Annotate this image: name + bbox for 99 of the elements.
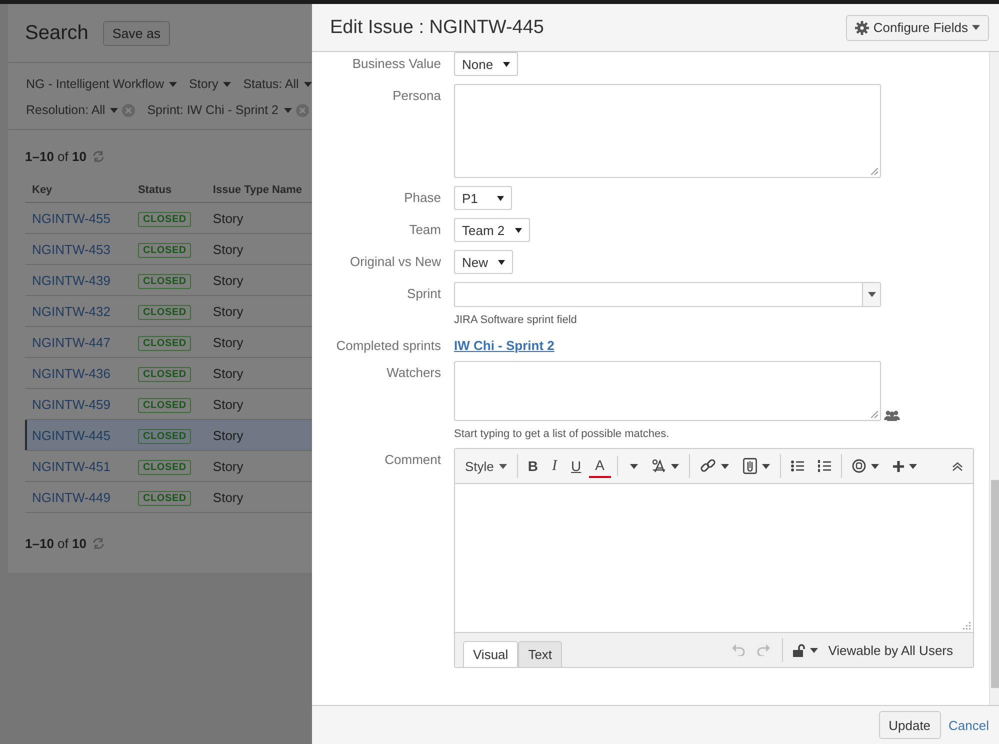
unlocked-padlock-icon (793, 644, 806, 656)
select-field[interactable]: P1 (454, 186, 512, 210)
scrollbar-thumb[interactable] (991, 480, 999, 688)
field-label: Original vs New (348, 253, 441, 271)
status-lozenge: CLOSED (138, 304, 192, 320)
caret-icon (670, 464, 678, 468)
caret-icon (868, 292, 876, 297)
column-header: Status (130, 184, 206, 202)
caret-icon (284, 108, 292, 112)
caret-icon (304, 82, 312, 86)
issue-key-link[interactable]: NGINTW-445 (25, 420, 131, 450)
field-label: Completed sprints (335, 337, 441, 353)
select-field[interactable]: None (454, 52, 518, 76)
status-lozenge: CLOSED (138, 460, 192, 474)
people-icon (884, 410, 900, 421)
double-chevron-up-icon (952, 462, 963, 470)
field-label: Sprint (406, 285, 441, 303)
issue-key-link[interactable]: NGINTW-436 (25, 358, 131, 388)
issue-key-link[interactable]: NGINTW-447 (25, 326, 131, 358)
emoticon-icon (852, 459, 866, 473)
issue-key-link[interactable]: NGINTW-449 (25, 482, 131, 512)
status-lozenge: CLOSED (138, 366, 192, 382)
field-label: Persona (392, 87, 441, 105)
field-label: Watchers (386, 364, 441, 382)
dropdown-button[interactable] (862, 283, 880, 306)
column-header: Key (25, 184, 131, 202)
status-lozenge: CLOSED (138, 274, 192, 288)
text-format-icon (652, 459, 666, 473)
filter-dropdown[interactable]: Resolution: All (26, 103, 118, 117)
table-cell: Story (206, 420, 312, 450)
caret-icon (908, 464, 916, 468)
filter-dropdown[interactable]: NG - Intelligent Workflow (26, 77, 178, 91)
resize-grip-icon (871, 411, 878, 418)
help-text: Start typing to get a list of possible matches. (454, 428, 670, 440)
caret-icon (498, 260, 506, 264)
paperclip-icon (742, 458, 756, 474)
caret-icon (762, 464, 770, 468)
bullet-list-icon (790, 460, 804, 472)
italic-button[interactable]: I (546, 454, 564, 478)
sprint-link[interactable]: IW Chi - Sprint 2 (454, 334, 554, 353)
refresh-icon (92, 150, 106, 162)
plus-icon (892, 460, 904, 472)
select-field[interactable]: Team 2 (454, 218, 530, 242)
numbered-list-icon (818, 460, 830, 472)
issue-key-link[interactable]: NGINTW-439 (25, 264, 131, 296)
status-lozenge: CLOSED (138, 398, 192, 412)
configure-fields-button[interactable]: Configure Fields (846, 14, 989, 40)
caret-icon (110, 108, 118, 112)
filter-dropdown[interactable]: Status: All (243, 77, 312, 91)
save-as-button[interactable]: Save as (103, 20, 170, 46)
caret-icon (514, 228, 522, 232)
scrollbar[interactable] (989, 52, 999, 705)
bold-button[interactable]: B (522, 454, 544, 478)
editor-mode-tab[interactable]: Text (518, 641, 562, 667)
issue-key-link[interactable]: NGINTW-432 (25, 296, 131, 326)
issue-key-link[interactable]: NGINTW-453 (25, 234, 131, 264)
text-color-button[interactable]: A (589, 454, 610, 478)
filter-dropdown[interactable]: Sprint: IW Chi - Sprint 2 (147, 103, 292, 117)
dialog-title: Edit Issue : NGINTW-445 (330, 16, 544, 38)
editor-mode-tab[interactable]: Visual (463, 641, 518, 667)
select-field[interactable]: New (454, 250, 514, 274)
caret-icon (498, 464, 507, 468)
pagination-count: 1–10 of 10 (25, 148, 86, 164)
caret-icon (810, 648, 818, 652)
caret-icon (169, 82, 178, 86)
field-label: Business Value (351, 55, 441, 73)
help-text: JIRA Software sprint field (454, 314, 578, 326)
resize-grip-icon (963, 622, 971, 630)
caret-icon (223, 82, 232, 86)
visibility-text: Viewable by All Users (828, 642, 954, 658)
resize-grip-icon (871, 168, 878, 175)
caret-icon (630, 464, 638, 468)
style-dropdown[interactable]: Style (459, 454, 513, 478)
issue-key-link[interactable]: NGINTW-455 (25, 202, 131, 234)
field-label: Team (408, 221, 441, 239)
status-lozenge: CLOSED (138, 428, 192, 444)
gear-icon (855, 20, 870, 34)
filter-dropdown[interactable]: Story (189, 77, 232, 91)
caret-icon (972, 25, 980, 30)
cancel-link[interactable]: Cancel (948, 718, 989, 732)
update-button[interactable]: Update (878, 711, 941, 739)
status-lozenge: CLOSED (138, 490, 192, 506)
caret-icon (870, 464, 878, 468)
sprint-combo-field[interactable] (454, 282, 881, 307)
underline-button[interactable]: U (565, 454, 588, 478)
caret-icon (503, 62, 510, 66)
link-icon (700, 458, 716, 474)
caret-icon (497, 196, 504, 200)
page-title: Search (25, 22, 88, 44)
status-lozenge: CLOSED (138, 212, 192, 226)
issue-key-link[interactable]: NGINTW-451 (25, 450, 131, 482)
field-label: Comment (384, 451, 441, 469)
caret-icon (720, 464, 728, 468)
status-lozenge: CLOSED (138, 242, 192, 258)
field-label: Phase (403, 189, 441, 207)
refresh-icon (92, 536, 106, 550)
pagination-count: 1–10 of 10 (25, 536, 86, 550)
watchers-field[interactable] (454, 361, 881, 421)
status-lozenge: CLOSED (138, 336, 192, 350)
